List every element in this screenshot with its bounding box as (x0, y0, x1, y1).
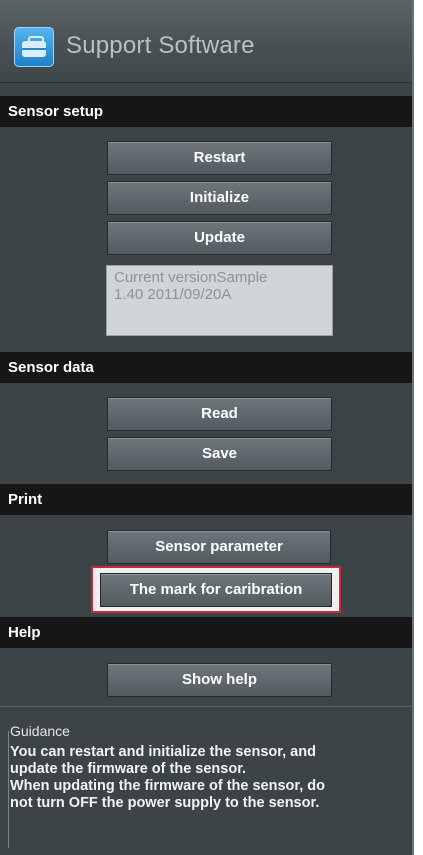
app-title: Support Software (66, 32, 255, 59)
calibration-highlight-frame: The mark for caribration (91, 566, 341, 613)
guidance-box: Guidance You can restart and initialize … (0, 706, 412, 855)
save-button[interactable]: Save (107, 437, 332, 471)
initialize-button[interactable]: Initialize (107, 181, 332, 215)
support-software-panel: Support Software Sensor setup Restart In… (0, 0, 414, 855)
section-header-sensor-data: Sensor data (0, 352, 412, 383)
section-header-help: Help (0, 617, 412, 648)
guidance-divider (8, 731, 9, 848)
version-line-2: 1.40 2011/09/20A (114, 286, 232, 303)
show-help-button[interactable]: Show help (107, 663, 332, 697)
read-button[interactable]: Read (107, 397, 332, 431)
guidance-text: You can restart and initialize the senso… (10, 744, 406, 812)
section-header-print: Print (0, 484, 412, 515)
current-version-box: Current versionSample 1.40 2011/09/20A (106, 265, 333, 336)
sensor-parameter-button[interactable]: Sensor parameter (107, 530, 331, 564)
version-line-1: Current versionSample (114, 269, 268, 286)
title-bar: Support Software (0, 0, 412, 83)
restart-button[interactable]: Restart (107, 141, 332, 175)
calibration-mark-button[interactable]: The mark for caribration (100, 573, 332, 607)
guidance-line-3: When updating the firmware of the sensor… (10, 778, 325, 794)
section-header-sensor-setup: Sensor setup (0, 96, 412, 127)
guidance-line-1: You can restart and initialize the senso… (10, 744, 316, 760)
guidance-line-2: update the firmware of the sensor. (10, 761, 247, 777)
toolbox-icon (14, 27, 54, 67)
guidance-line-4: not turn OFF the power supply to the sen… (10, 795, 320, 811)
guidance-title: Guidance (10, 723, 70, 739)
update-button[interactable]: Update (107, 221, 332, 255)
